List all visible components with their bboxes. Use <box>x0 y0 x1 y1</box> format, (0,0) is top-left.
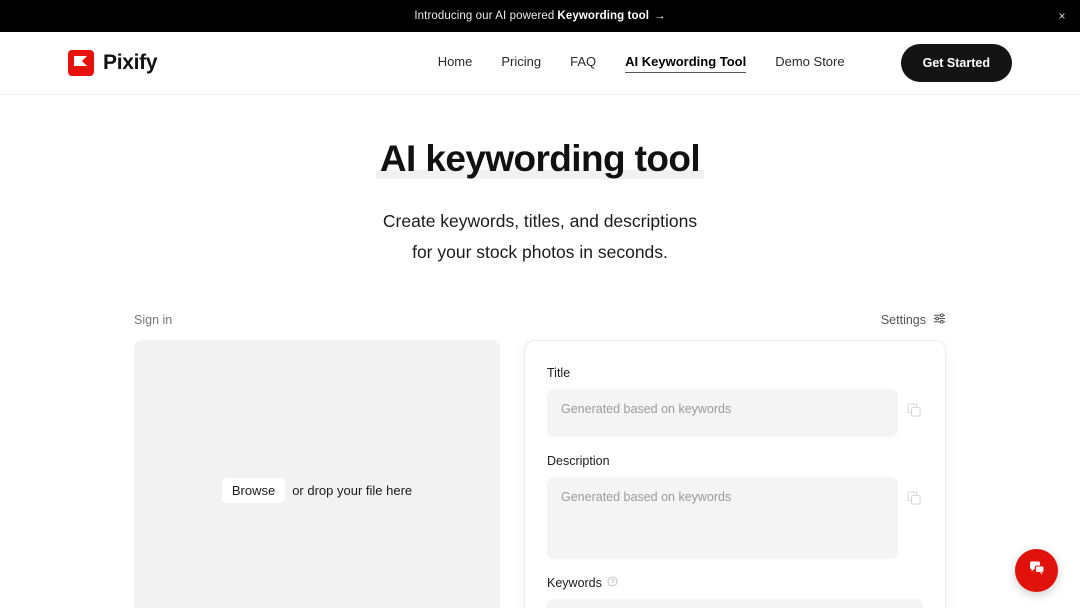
keywords-label: Keywords <box>547 576 923 590</box>
keywording-tool: Sign in Settings Browse or drop your fil… <box>0 312 1080 608</box>
hero-subtitle-line1: Create keywords, titles, and description… <box>382 210 698 231</box>
title-row: Generated based on keywords <box>547 389 923 438</box>
title-field-group: Title Generated based on keywords <box>547 366 923 438</box>
file-dropzone[interactable]: Browse or drop your file here <box>134 340 500 608</box>
main-nav: Home Pricing FAQ AI Keywording Tool Demo… <box>438 44 1012 82</box>
description-field-group: Description Generated based on keywords <box>547 454 923 560</box>
copy-icon[interactable] <box>907 491 923 507</box>
settings-label: Settings <box>880 313 926 328</box>
nav-item-home[interactable]: Home <box>438 54 473 72</box>
nav-item-ai-keywording-tool[interactable]: AI Keywording Tool <box>625 54 747 73</box>
help-icon[interactable] <box>607 576 618 590</box>
title-input[interactable]: Generated based on keywords <box>547 389 898 438</box>
description-label: Description <box>547 454 610 469</box>
nav-item-demo-store[interactable]: Demo Store <box>775 54 844 72</box>
announcement-link[interactable]: Keywording tool <box>557 10 649 22</box>
dropzone-content: Browse or drop your file here <box>221 477 413 503</box>
chat-support-button[interactable] <box>1015 549 1058 592</box>
logo[interactable]: Pixify <box>68 50 158 76</box>
nav-item-faq[interactable]: FAQ <box>570 54 596 72</box>
site-header: Pixify Home Pricing FAQ AI Keywording To… <box>0 32 1080 95</box>
hero-section: AI keywording tool Create keywords, titl… <box>0 95 1080 268</box>
sliders-icon <box>933 312 946 328</box>
dropzone-hint: or drop your file here <box>292 482 413 498</box>
nav-item-pricing[interactable]: Pricing <box>501 54 541 72</box>
keywords-input[interactable] <box>547 599 923 608</box>
chat-bubble-icon <box>1027 558 1047 583</box>
arrow-right-icon[interactable]: → <box>654 10 666 22</box>
keywords-row <box>547 599 923 608</box>
settings-button[interactable]: Settings <box>881 312 946 328</box>
title-label: Title <box>547 366 571 381</box>
get-started-button[interactable]: Get Started <box>900 44 1012 82</box>
logo-icon <box>68 50 94 76</box>
results-card: Title Generated based on keywords Descri… <box>524 340 946 608</box>
description-row: Generated based on keywords <box>547 477 923 560</box>
announcement-bar: Introducing our AI powered Keywording to… <box>0 0 1080 32</box>
keywords-field-group: Keywords <box>547 576 923 608</box>
page-title: AI keywording tool <box>375 138 705 180</box>
tool-panels: Browse or drop your file here Title Gene… <box>134 340 946 608</box>
sign-in-link[interactable]: Sign in <box>134 313 172 327</box>
copy-icon[interactable] <box>907 403 923 419</box>
hero-subtitle-line2: for your stock photos in seconds. <box>412 242 668 262</box>
brand-name: Pixify <box>103 51 158 74</box>
hero-subtitle: Create keywords, titles, and description… <box>0 206 1080 269</box>
close-icon[interactable]: × <box>1054 8 1070 24</box>
browse-button[interactable]: Browse <box>221 477 286 503</box>
announcement-text: Introducing our AI powered <box>414 10 555 22</box>
tool-toolbar: Sign in Settings <box>134 312 946 340</box>
description-input[interactable]: Generated based on keywords <box>547 477 898 560</box>
